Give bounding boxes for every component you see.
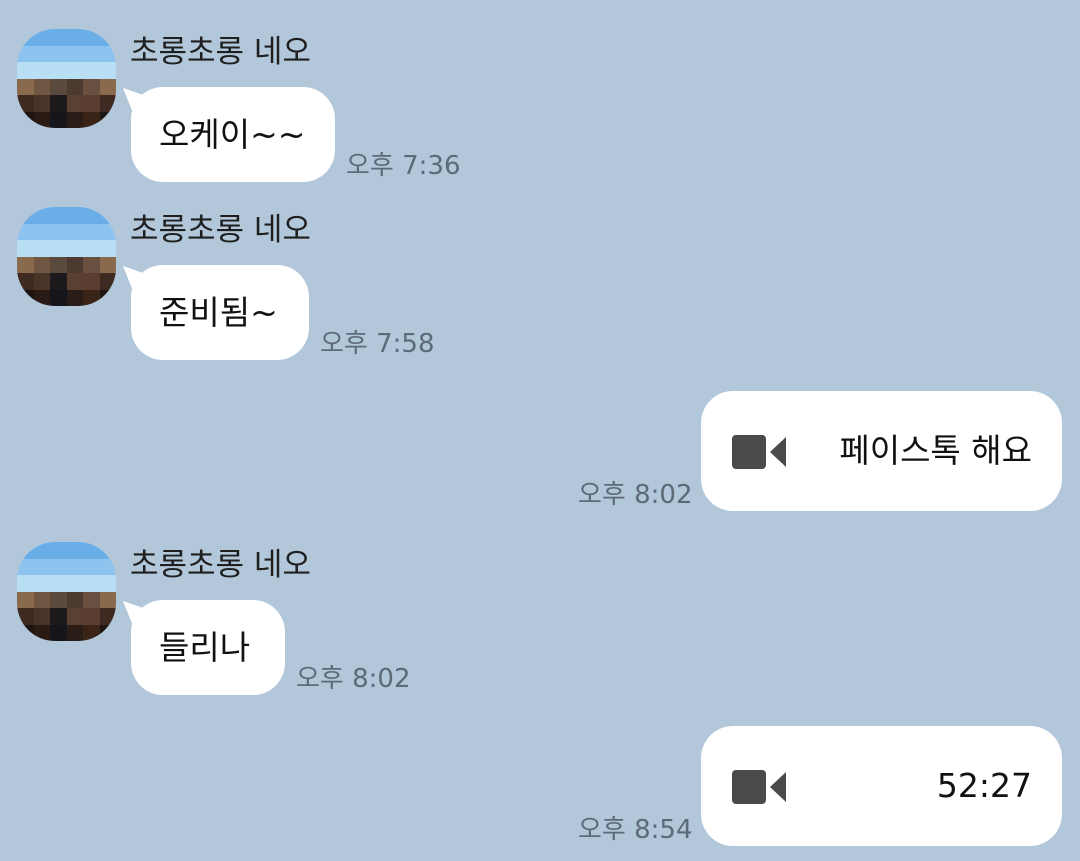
message-time: 오후 7:58 bbox=[320, 329, 435, 359]
message-time: 오후 8:54 bbox=[578, 815, 693, 845]
message-time: 오후 8:02 bbox=[578, 480, 693, 510]
sender-avatar[interactable] bbox=[17, 207, 116, 306]
sender-name: 초롱초롱 네오 bbox=[130, 212, 311, 248]
message-time: 오후 7:36 bbox=[346, 151, 461, 181]
message-bubble[interactable]: 준비됨~ bbox=[131, 265, 309, 360]
message-bubble[interactable]: 들리나 bbox=[131, 600, 285, 695]
call-duration: 52:27 bbox=[936, 766, 1032, 805]
video-call-label: 페이스톡 해요 bbox=[839, 431, 1032, 470]
sender-avatar[interactable] bbox=[17, 542, 116, 641]
message-bubble[interactable]: 오케이~~ bbox=[131, 87, 335, 182]
sender-avatar[interactable] bbox=[17, 29, 116, 128]
sender-name: 초롱초롱 네오 bbox=[130, 547, 311, 583]
sender-name: 초롱초롱 네오 bbox=[130, 34, 311, 70]
video-camera-icon bbox=[732, 770, 786, 804]
message-time: 오후 8:02 bbox=[296, 664, 411, 694]
video-call-bubble[interactable]: 52:27 bbox=[701, 726, 1062, 846]
video-camera-icon bbox=[732, 435, 786, 469]
video-call-bubble[interactable]: 페이스톡 해요 bbox=[701, 391, 1062, 511]
